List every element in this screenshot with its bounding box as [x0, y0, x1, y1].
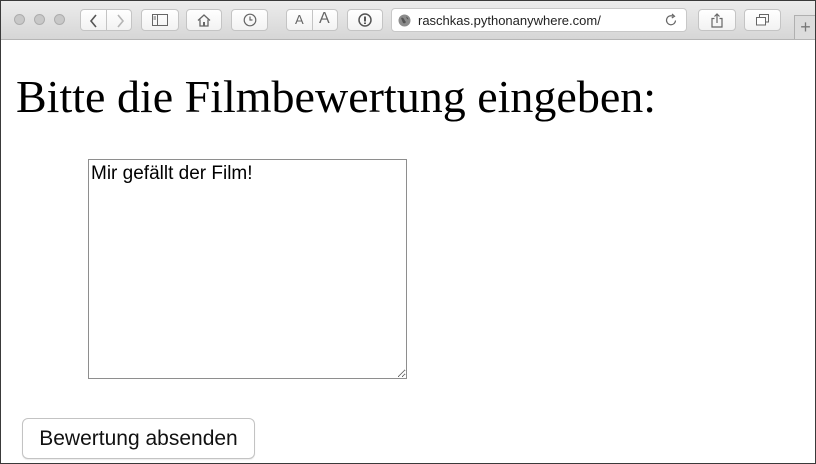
- history-icon: [243, 13, 257, 27]
- minimize-window-button[interactable]: [34, 14, 45, 25]
- reader-icon: [358, 13, 372, 27]
- close-window-button[interactable]: [14, 14, 25, 25]
- new-tab-button[interactable]: +: [794, 15, 815, 39]
- text-larger-button[interactable]: A: [319, 10, 330, 28]
- share-button[interactable]: [698, 9, 736, 31]
- browser-toolbar: A A raschkas.pythonanywhere.com/ +: [1, 1, 815, 40]
- browser-window: A A raschkas.pythonanywhere.com/ + Bitte…: [0, 0, 816, 464]
- globe-icon: [398, 14, 411, 32]
- text-size-group: A A: [286, 9, 338, 31]
- reader-button[interactable]: [347, 9, 383, 31]
- tabs-icon: [756, 14, 769, 26]
- page-title: Bitte die Filmbewertung eingeben:: [16, 71, 657, 122]
- reload-icon[interactable]: [665, 13, 678, 32]
- home-button[interactable]: [186, 9, 222, 31]
- tabs-button[interactable]: [744, 9, 781, 31]
- home-icon: [197, 13, 211, 27]
- sidebar-button[interactable]: [141, 9, 179, 31]
- text-smaller-button[interactable]: A: [295, 12, 304, 27]
- back-forward-group: [80, 9, 132, 31]
- share-icon: [711, 12, 723, 28]
- address-bar[interactable]: raschkas.pythonanywhere.com/: [391, 8, 687, 32]
- sidebar-icon: [152, 14, 168, 26]
- forward-icon[interactable]: [115, 14, 125, 28]
- back-icon[interactable]: [89, 14, 99, 28]
- review-textarea[interactable]: Mir gefällt der Film!: [88, 159, 407, 379]
- url-text: raschkas.pythonanywhere.com/: [418, 13, 601, 28]
- zoom-window-button[interactable]: [54, 14, 65, 25]
- submit-review-button[interactable]: Bewertung absenden: [22, 418, 255, 459]
- history-button[interactable]: [231, 9, 268, 31]
